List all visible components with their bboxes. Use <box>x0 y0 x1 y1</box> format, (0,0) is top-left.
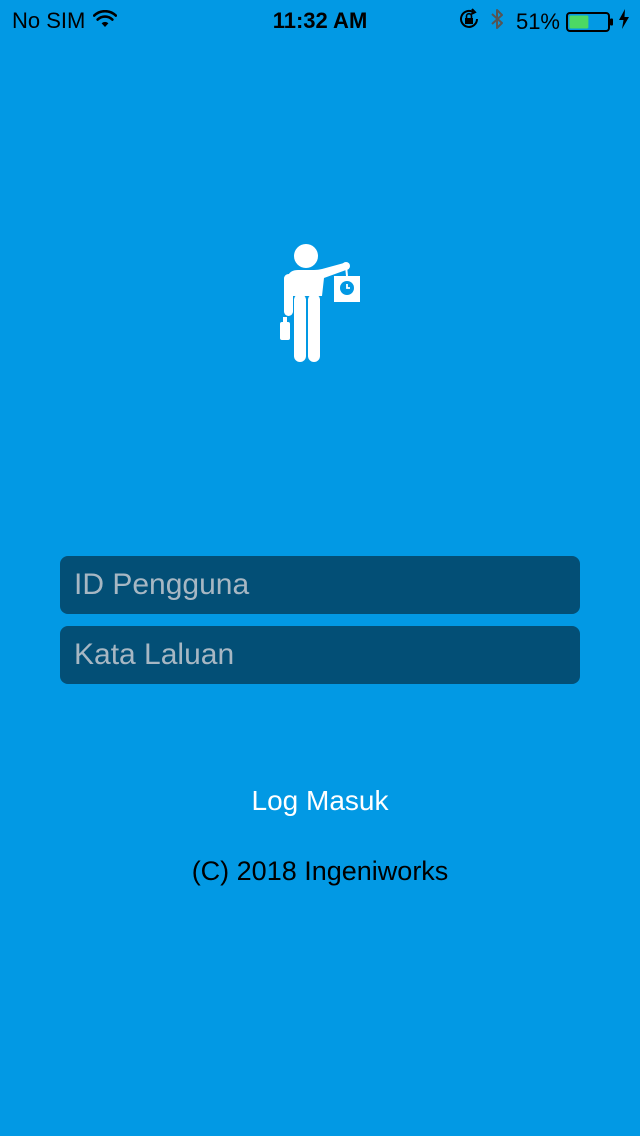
status-right: 51% <box>458 7 630 37</box>
login-button[interactable]: Log Masuk <box>200 778 440 824</box>
password-input[interactable] <box>60 626 580 684</box>
charging-icon <box>618 9 630 35</box>
copyright-text: (C) 2018 Ingeniworks <box>191 856 449 886</box>
battery-percent: 51% <box>515 9 560 34</box>
user-id-field <box>60 556 580 614</box>
battery-icon <box>566 11 614 33</box>
login-screen: No SIM 11:32 AM 51% ID Pengguna Log Masu… <box>0 0 640 1136</box>
status-bar: No SIM 11:32 AM 51% <box>0 0 640 40</box>
app-logo-icon <box>276 236 364 368</box>
password-field <box>60 626 580 684</box>
user-id-input[interactable] <box>60 556 580 614</box>
bluetooth-icon <box>490 7 504 37</box>
orientation-lock-icon <box>458 8 480 36</box>
